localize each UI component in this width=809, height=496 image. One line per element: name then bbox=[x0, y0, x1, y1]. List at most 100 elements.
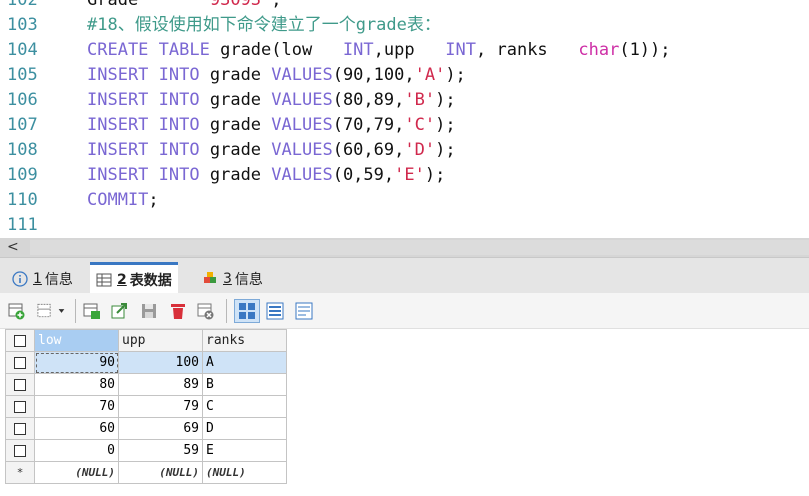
code-token: , ranks bbox=[476, 40, 579, 60]
cell-upp[interactable]: 100 bbox=[118, 351, 203, 374]
line-number: 109 bbox=[7, 165, 38, 185]
code-token: TABLE bbox=[158, 40, 210, 60]
table-row[interactable]: 70 79 C bbox=[5, 395, 287, 418]
cell-ranks[interactable]: E bbox=[202, 439, 287, 462]
tab-number: 2 bbox=[117, 271, 127, 288]
tab-info-3[interactable]: 3 信息 bbox=[196, 263, 269, 294]
new-row-marker: * bbox=[5, 461, 35, 484]
export-icon[interactable] bbox=[108, 300, 130, 322]
sql-editor[interactable]: 102 Grade '93093'; 103 #18、假设使用如下命令建立了一个gra… bbox=[0, 0, 809, 238]
code-token: Grade bbox=[87, 0, 139, 10]
code-text[interactable]: Grade '93093'; bbox=[87, 0, 282, 13]
code-token: CREATE bbox=[87, 40, 149, 60]
cell-upp[interactable]: 89 bbox=[118, 373, 203, 396]
cancel-icon[interactable] bbox=[195, 300, 217, 322]
code-text[interactable]: COMMIT; bbox=[87, 188, 159, 213]
code-line[interactable]: 110 COMMIT; bbox=[0, 188, 809, 213]
cell-upp[interactable]: 69 bbox=[118, 417, 203, 440]
code-token: (70,79, bbox=[332, 115, 405, 135]
table-row[interactable]: 90 100 A bbox=[5, 351, 287, 374]
cell-low-null[interactable]: (NULL) bbox=[34, 461, 119, 484]
cell-ranks[interactable]: D bbox=[202, 417, 287, 440]
code-line[interactable]: 108 INSERT INTO grade VALUES(60,69,'D'); bbox=[0, 138, 809, 163]
code-line[interactable]: 111 bbox=[0, 213, 809, 238]
tab-table-data[interactable]: 2 表数据 bbox=[90, 262, 178, 294]
table-row[interactable]: 80 89 B bbox=[5, 373, 287, 396]
select-all-checkbox[interactable] bbox=[5, 329, 35, 352]
code-line[interactable]: 105 INSERT INTO grade VALUES(90,100,'A'); bbox=[0, 63, 809, 88]
code-text[interactable]: INSERT INTO grade VALUES(70,79,'C'); bbox=[87, 113, 456, 138]
table-row[interactable]: 60 69 D bbox=[5, 417, 287, 440]
code-token: INSERT bbox=[87, 115, 149, 135]
code-text[interactable]: #18、假设使用如下命令建立了一个grade表： bbox=[87, 13, 441, 38]
results-tab-bar: 1 信息 2 表数据 3 信息 bbox=[0, 257, 809, 294]
cell-ranks[interactable]: A bbox=[202, 351, 287, 374]
code-line[interactable]: 107 INSERT INTO grade VALUES(70,79,'C'); bbox=[0, 113, 809, 138]
cell-upp-null[interactable]: (NULL) bbox=[118, 461, 203, 484]
code-token: grade bbox=[199, 115, 272, 135]
tab-label: 信息 bbox=[44, 271, 73, 288]
tab-info-1[interactable]: 1 信息 bbox=[6, 263, 79, 294]
checkbox-icon bbox=[14, 334, 26, 347]
tab-label: 信息 bbox=[234, 271, 263, 288]
code-text[interactable]: INSERT INTO grade VALUES(0,59,'E'); bbox=[87, 163, 445, 188]
code-token: ); bbox=[435, 90, 456, 110]
form-view-icon[interactable] bbox=[264, 300, 286, 322]
scroll-left-arrow-icon[interactable]: < bbox=[7, 238, 19, 257]
code-token: 'C' bbox=[404, 115, 436, 135]
code-token: ,upp bbox=[373, 40, 446, 60]
code-token: grade bbox=[199, 65, 272, 85]
cell-low[interactable]: 90 bbox=[34, 351, 119, 374]
cell-low[interactable]: 80 bbox=[34, 373, 119, 396]
duplicate-row-icon[interactable] bbox=[81, 300, 103, 322]
row-checkbox[interactable] bbox=[5, 395, 35, 418]
code-line[interactable]: 106 INSERT INTO grade VALUES(80,89,'B'); bbox=[0, 88, 809, 113]
column-header-upp[interactable]: upp bbox=[118, 329, 203, 352]
text-view-icon[interactable] bbox=[293, 300, 315, 322]
code-line[interactable]: 103 #18、假设使用如下命令建立了一个grade表： bbox=[0, 13, 809, 38]
code-text[interactable]: INSERT INTO grade VALUES(60,69,'D'); bbox=[87, 138, 456, 163]
save-icon[interactable] bbox=[138, 300, 160, 322]
code-text[interactable]: INSERT INTO grade VALUES(80,89,'B'); bbox=[87, 88, 456, 113]
code-token: INTO bbox=[158, 90, 200, 110]
filter-dropdown-icon[interactable] bbox=[35, 300, 71, 322]
cell-ranks[interactable]: B bbox=[202, 373, 287, 396]
cell-ranks-null[interactable]: (NULL) bbox=[202, 461, 287, 484]
code-line[interactable]: 104 CREATE TABLE grade(low INT,upp INT, r… bbox=[0, 38, 809, 63]
code-token: '93093' bbox=[199, 0, 272, 10]
line-number: 108 bbox=[7, 140, 38, 160]
grid-view-icon[interactable] bbox=[234, 299, 260, 323]
row-checkbox[interactable] bbox=[5, 417, 35, 440]
new-row[interactable]: * (NULL) (NULL) (NULL) bbox=[5, 461, 287, 484]
cell-low[interactable]: 60 bbox=[34, 417, 119, 440]
tab-label: 表数据 bbox=[129, 272, 172, 289]
cell-upp[interactable]: 59 bbox=[118, 439, 203, 462]
cell-low[interactable]: 0 bbox=[34, 439, 119, 462]
row-checkbox[interactable] bbox=[5, 373, 35, 396]
code-token: grade bbox=[199, 90, 272, 110]
code-text[interactable]: CREATE TABLE grade(low INT,upp INT, rank… bbox=[87, 38, 671, 63]
code-line[interactable]: 102 Grade '93093'; bbox=[0, 0, 809, 13]
scrollbar-thumb[interactable] bbox=[30, 240, 809, 255]
line-number: 102 bbox=[7, 0, 38, 10]
column-header-ranks[interactable]: ranks bbox=[202, 329, 287, 352]
code-text[interactable]: INSERT INTO grade VALUES(90,100,'A'); bbox=[87, 63, 466, 88]
add-row-icon[interactable] bbox=[6, 300, 28, 322]
cell-upp[interactable]: 79 bbox=[118, 395, 203, 418]
cell-low[interactable]: 70 bbox=[34, 395, 119, 418]
code-line[interactable]: 109 INSERT INTO grade VALUES(0,59,'E'); bbox=[0, 163, 809, 188]
table-row[interactable]: 0 59 E bbox=[5, 439, 287, 462]
horizontal-scrollbar[interactable]: < bbox=[0, 238, 809, 257]
checkbox-icon bbox=[14, 378, 26, 391]
row-checkbox[interactable] bbox=[5, 439, 35, 462]
code-token: INSERT bbox=[87, 65, 149, 85]
row-checkbox[interactable] bbox=[5, 351, 35, 374]
delete-icon[interactable] bbox=[167, 300, 189, 322]
cell-ranks[interactable]: C bbox=[202, 395, 287, 418]
column-header-low[interactable]: low bbox=[34, 329, 119, 352]
data-toolbar bbox=[0, 293, 809, 329]
tab-number: 1 bbox=[33, 270, 42, 287]
checkbox-icon bbox=[14, 444, 26, 457]
